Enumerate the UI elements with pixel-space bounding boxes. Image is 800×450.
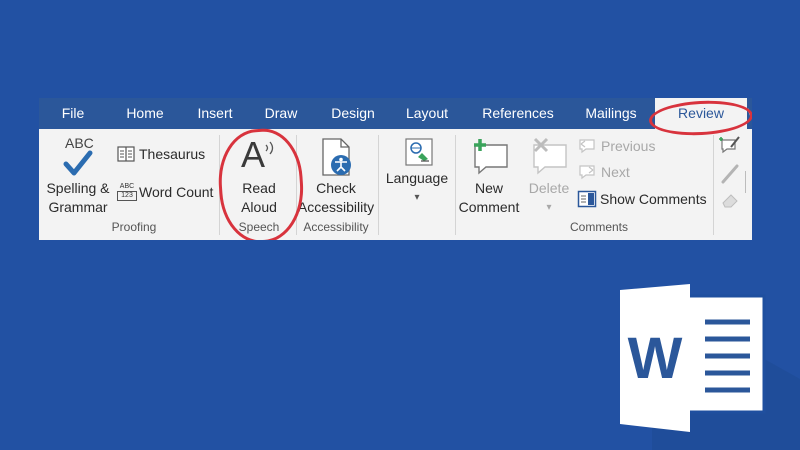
language-label: Language xyxy=(385,170,449,186)
show-comments-label: Show Comments xyxy=(600,191,707,207)
ribbon: File Home Insert Draw Design Layout Refe… xyxy=(39,98,752,240)
language-button[interactable]: Language ▾ xyxy=(382,135,452,207)
check-accessibility-label-line2: Accessibility xyxy=(297,199,375,215)
next-comment-button[interactable]: Next xyxy=(577,164,630,180)
tab-overflow[interactable]: V xyxy=(747,98,752,129)
tab-design[interactable]: Design xyxy=(325,98,381,129)
thesaurus-label: Thesaurus xyxy=(139,146,206,162)
read-aloud-button[interactable]: A Read Aloud xyxy=(233,135,285,217)
word-logo: W xyxy=(620,284,800,450)
delete-label: Delete xyxy=(528,180,570,196)
proofing-group-label: Proofing xyxy=(111,220,157,234)
new-comment-label-line2: Comment xyxy=(458,199,520,215)
previous-comment-icon xyxy=(579,139,595,154)
tab-references[interactable]: References xyxy=(477,98,559,129)
tab-file[interactable]: File xyxy=(53,98,93,129)
accessibility-group-label: Accessibility xyxy=(303,220,369,234)
group-divider xyxy=(713,135,714,235)
thesaurus-icon xyxy=(117,146,135,162)
spelling-label-line1: Spelling & xyxy=(46,180,110,196)
tab-draw[interactable]: Draw xyxy=(260,98,302,129)
check-accessibility-label-line1: Check xyxy=(316,180,356,196)
speech-group-label: Speech xyxy=(238,220,280,234)
check-accessibility-button[interactable]: Check Accessibility xyxy=(297,135,375,217)
new-comment-label-line1: New xyxy=(474,180,503,196)
accessibility-check-icon xyxy=(297,135,375,179)
tab-layout[interactable]: Layout xyxy=(401,98,453,129)
word-count-icon: ABC 123 xyxy=(117,183,137,201)
word-logo-letter: W xyxy=(628,326,683,391)
delete-comment-icon xyxy=(525,135,573,179)
tab-home[interactable]: Home xyxy=(117,98,173,129)
read-aloud-icon: A xyxy=(233,135,285,179)
slide-background: File Home Insert Draw Design Layout Refe… xyxy=(0,0,800,450)
ribbon-edge-divider xyxy=(745,171,746,193)
ink-comment-icon[interactable] xyxy=(719,135,741,155)
spelling-grammar-button[interactable]: ABC Spelling & Grammar xyxy=(43,135,113,217)
read-aloud-label-line2: Aloud xyxy=(241,199,277,215)
language-dropdown-caret: ▾ xyxy=(414,192,420,203)
read-aloud-label-line1: Read xyxy=(242,180,276,196)
ribbon-tab-bar: File Home Insert Draw Design Layout Refe… xyxy=(39,98,752,129)
thesaurus-button[interactable]: Thesaurus xyxy=(117,146,205,162)
tab-insert[interactable]: Insert xyxy=(191,98,239,129)
delete-dropdown-caret: ▾ xyxy=(546,202,552,213)
word-count-button[interactable]: ABC 123 Word Count xyxy=(117,183,213,201)
next-comment-icon xyxy=(579,165,595,180)
previous-comment-button[interactable]: Previous xyxy=(577,138,655,154)
next-label: Next xyxy=(601,164,630,180)
eraser-icon[interactable] xyxy=(719,189,741,209)
previous-label: Previous xyxy=(601,138,656,154)
language-icon xyxy=(382,135,452,169)
show-comments-icon xyxy=(577,190,597,208)
spelling-label-line2: Grammar xyxy=(48,199,108,215)
ribbon-panel: ABC Spelling & Grammar Thesaurus ABC 123… xyxy=(39,129,752,240)
group-divider xyxy=(219,135,220,235)
word-count-label: Word Count xyxy=(139,184,214,200)
spelling-check-icon: ABC xyxy=(43,135,113,179)
tab-review[interactable]: Review xyxy=(655,98,747,129)
pen-icon[interactable] xyxy=(719,163,741,185)
group-divider xyxy=(378,135,379,235)
show-comments-button[interactable]: Show Comments xyxy=(577,190,707,208)
new-comment-button[interactable]: New Comment xyxy=(453,135,525,217)
comments-group-label: Comments xyxy=(569,220,628,234)
tab-mailings[interactable]: Mailings xyxy=(578,98,644,129)
delete-comment-button[interactable]: Delete ▾ xyxy=(525,135,573,217)
new-comment-icon xyxy=(453,135,525,179)
